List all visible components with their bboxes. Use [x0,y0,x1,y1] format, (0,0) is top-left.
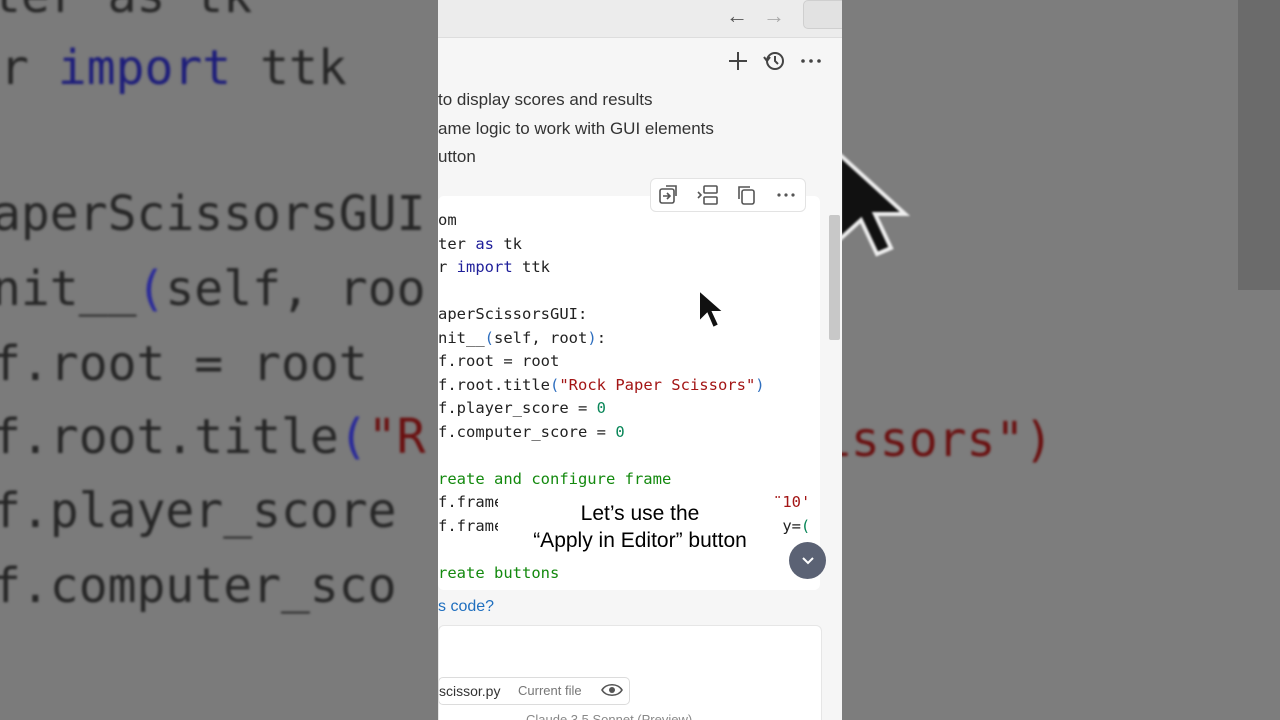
message-line: utton [438,147,476,166]
code-line: reate and configure frame [438,469,672,488]
code-line-fragment: ( [800,516,811,535]
code-line: nit__(self, root): [438,328,607,347]
copy-icon[interactable] [736,184,758,206]
background-dark-strip [1238,0,1280,290]
code-scrollbar-thumb[interactable] [829,215,840,340]
background-code-line: f.root = root [0,336,368,392]
code-line: f.computer_score = 0 [438,422,625,441]
chat-toolbar [438,38,842,86]
message-line: to display scores and results [438,90,653,109]
background-code-line: aperScissorsGUI [0,186,426,242]
caption-line: “Apply in Editor” button [533,529,747,552]
background-code-fragment: issors") [842,412,1054,468]
code-line: f.frame [438,493,504,511]
scroll-down-button[interactable] [789,542,826,579]
eye-icon[interactable] [601,682,623,698]
address-bar[interactable] [803,0,842,29]
chat-panel: ← → to display scores and results ame lo… [438,0,842,720]
background-blur-right: issors") [842,0,1280,720]
file-name: scissor.py [439,683,501,699]
background-code-line: f.computer_sco [0,558,397,614]
mouse-cursor-icon [698,288,727,330]
code-line: f.root.title("Rock Paper Scissors") [438,375,765,394]
message-line: ame logic to work with GUI elements [438,119,714,138]
background-code-line: f.root.title("R [0,409,426,465]
question-link[interactable]: s code? [438,598,494,616]
code-line: f.player_score = 0 [438,399,606,417]
chat-input-box[interactable] [438,625,822,720]
apply-in-editor-icon[interactable] [657,184,679,206]
more-icon[interactable] [798,48,824,74]
caption-line: Let’s use the [580,502,700,525]
code-line: r import ttk [438,258,550,276]
back-button[interactable]: ← [726,3,748,29]
window-topbar: ← → [438,0,842,38]
context-file-chip[interactable]: scissor.py Current file [438,677,630,705]
forward-button[interactable]: → [763,3,785,29]
code-line: ter as tk [438,234,522,253]
code-line: aperScissorsGUI: [438,305,588,323]
background-code-line: f.player_score [0,483,397,539]
code-block-actions [650,178,806,212]
background-code-line: r import ttk [0,40,347,96]
code-line: f.root = root [438,352,560,370]
code-line: om [438,211,457,229]
model-selector[interactable]: Claude 3.5 Sonnet (Preview) [526,712,692,720]
background-blur-left: ter as tk r import ttk aperScissorsGUI nit_… [0,0,438,720]
more-icon[interactable] [775,184,797,206]
background-cursor-icon [837,150,911,257]
video-caption: Let’s use the “Apply in Editor” button [498,498,782,556]
file-hint: Current file [518,683,582,698]
history-icon[interactable] [761,48,787,74]
code-line: f.frame [438,516,504,535]
chevron-down-icon [801,556,814,564]
background-code-line: nit__(self, roo [0,261,426,317]
code-line: reate buttons [438,563,560,582]
add-icon[interactable] [725,48,751,74]
background-code-line: ter as tk [0,0,252,20]
insert-at-cursor-icon[interactable] [697,184,719,206]
